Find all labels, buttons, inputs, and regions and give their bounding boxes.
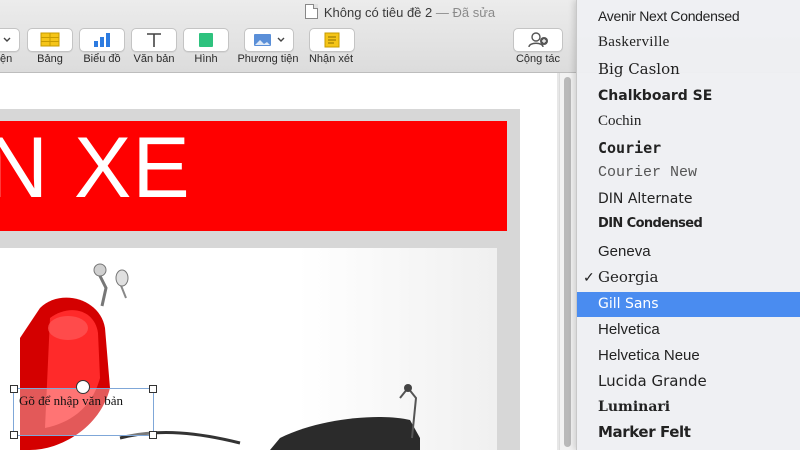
font-item[interactable]: Helvetica [577, 317, 800, 342]
table-button[interactable] [27, 28, 73, 52]
font-item[interactable]: Geneva [577, 239, 800, 264]
title-banner[interactable]: N XE [0, 121, 507, 231]
partial-button[interactable] [0, 28, 20, 52]
comment-note-icon [324, 32, 340, 48]
font-item[interactable]: DIN Condensed [577, 211, 800, 236]
media-button[interactable] [244, 28, 294, 52]
window-title: Không có tiêu đề 2 [323, 5, 433, 20]
text-box-placeholder[interactable]: Gõ để nhập văn bản [19, 393, 123, 409]
font-item[interactable]: Luminari [577, 395, 800, 420]
table-label: Bảng [37, 53, 63, 65]
font-item[interactable]: Avenir Next Condensed [577, 4, 800, 29]
comment-button[interactable] [309, 28, 355, 52]
shape-button[interactable] [183, 28, 229, 52]
shape-square-icon [199, 33, 213, 47]
font-item[interactable]: Helvetica Neue [577, 343, 800, 368]
resize-handle-bottom-left[interactable] [10, 431, 18, 439]
rotate-handle[interactable] [76, 380, 90, 394]
font-item[interactable]: Cochin [577, 109, 800, 134]
checkmark-icon: ✓ [583, 269, 595, 285]
chevron-down-icon [277, 37, 285, 42]
banner-title: N XE [0, 121, 191, 216]
font-item[interactable]: Marker Felt [577, 420, 800, 445]
font-item[interactable]: Big Caslon [577, 57, 800, 82]
document-icon [304, 4, 318, 19]
text-button[interactable] [131, 28, 177, 52]
chart-button[interactable] [79, 28, 125, 52]
collaborate-button[interactable] [513, 28, 563, 52]
font-menu: Avenir Next Condensed Baskerville Big Ca… [576, 0, 800, 450]
font-item[interactable]: Courier [577, 136, 800, 161]
font-item[interactable]: DIN Alternate [577, 187, 800, 212]
resize-handle-bottom-right[interactable] [149, 431, 157, 439]
chart-label: Biểu đồ [83, 53, 121, 65]
vertical-scrollbar[interactable] [559, 73, 576, 450]
font-item-checked[interactable]: ✓ Georgia [577, 265, 800, 290]
comment-label: Nhận xét [308, 53, 354, 65]
scrollbar-thumb[interactable] [564, 77, 571, 447]
font-item[interactable]: Baskerville [577, 30, 800, 55]
chevron-down-icon [3, 37, 11, 42]
font-item[interactable]: Lucida Grande [577, 369, 800, 394]
table-icon [40, 32, 60, 47]
text-box[interactable]: Gõ để nhập văn bản [13, 388, 154, 436]
text-label: Văn bản [133, 53, 175, 65]
media-image-icon [254, 34, 285, 46]
font-item[interactable]: Courier New [577, 160, 800, 185]
font-item[interactable]: Chalkboard SE [577, 84, 800, 109]
resize-handle-top-left[interactable] [10, 385, 18, 393]
collaborate-person-icon [528, 32, 548, 48]
text-t-icon [147, 33, 161, 47]
collaborate-label: Cộng tác [515, 53, 561, 65]
shape-label: Hình [194, 53, 218, 65]
bar-chart-icon [94, 33, 110, 47]
edited-status: — Đã sửa [435, 5, 496, 20]
media-label: Phương tiện [237, 53, 299, 65]
resize-handle-top-right[interactable] [149, 385, 157, 393]
font-item-highlighted[interactable]: Gill Sans [577, 292, 800, 317]
partial-button-label: ện [0, 53, 13, 65]
document-canvas[interactable]: N XE Gõ để nhập văn bản [0, 73, 576, 450]
document-page[interactable]: N XE Gõ để nhập văn bản [0, 73, 557, 450]
